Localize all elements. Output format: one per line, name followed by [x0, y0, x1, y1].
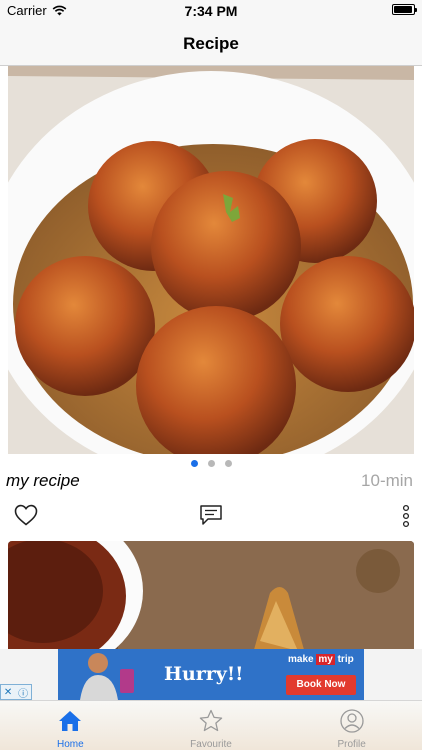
star-icon [199, 709, 223, 732]
ad-banner[interactable]: Hurry!! make my trip Book Now ✕ ⓘ [0, 649, 422, 700]
battery-icon [392, 4, 417, 15]
ad-creative[interactable]: Hurry!! make my trip Book Now [58, 649, 364, 700]
tab-favourite[interactable]: Favourite [141, 701, 282, 750]
ad-info-icon[interactable]: ⓘ [18, 685, 28, 700]
tab-home[interactable]: Home [0, 701, 141, 750]
pager-dot-active[interactable] [190, 460, 198, 467]
navigation-bar: Recipe [0, 22, 422, 66]
ad-brand-suffix: trip [337, 654, 354, 665]
image-pager[interactable] [0, 460, 422, 467]
battery-fill [394, 6, 413, 13]
pager-dot[interactable] [207, 460, 215, 467]
ad-person-illustration [58, 649, 158, 700]
home-icon [59, 711, 82, 731]
ad-choices-button[interactable]: ✕ ⓘ [0, 684, 32, 700]
recipe-image-gulab-jamun[interactable] [8, 66, 414, 454]
recipe-duration: 10-min [361, 471, 413, 490]
battery-group [392, 4, 417, 15]
status-time: 7:34 PM [184, 3, 238, 19]
comment-icon[interactable] [199, 503, 223, 527]
status-bar: Carrier 7:34 PM [0, 0, 422, 22]
tab-favourite-label: Favourite [190, 739, 232, 750]
ad-headline: Hurry!! [164, 663, 244, 685]
page-title: Recipe [183, 34, 239, 53]
ad-close-icon[interactable]: ✕ [4, 687, 12, 698]
tab-profile-label: Profile [337, 739, 366, 750]
samosa-illustration [8, 541, 414, 649]
recipe-image-samosa[interactable] [8, 541, 414, 649]
pager-dot[interactable] [224, 460, 232, 467]
gulab-jamun-illustration [8, 66, 414, 454]
ad-brand-logo: make my trip [288, 654, 354, 665]
profile-icon [340, 709, 364, 733]
ad-brand-mark: my [316, 654, 335, 665]
heart-icon[interactable] [14, 504, 38, 526]
tab-bar: Home Favourite Profile [0, 700, 422, 750]
ad-brand-prefix: make [288, 654, 314, 665]
tab-home-label: Home [56, 739, 84, 750]
recipe-feed[interactable]: my recipe 10-min [0, 66, 422, 649]
tab-profile[interactable]: Profile [281, 701, 422, 750]
more-vertical-icon[interactable] [400, 504, 412, 528]
ad-book-now-button[interactable]: Book Now [286, 675, 356, 695]
recipe-title[interactable]: my recipe [6, 471, 80, 491]
